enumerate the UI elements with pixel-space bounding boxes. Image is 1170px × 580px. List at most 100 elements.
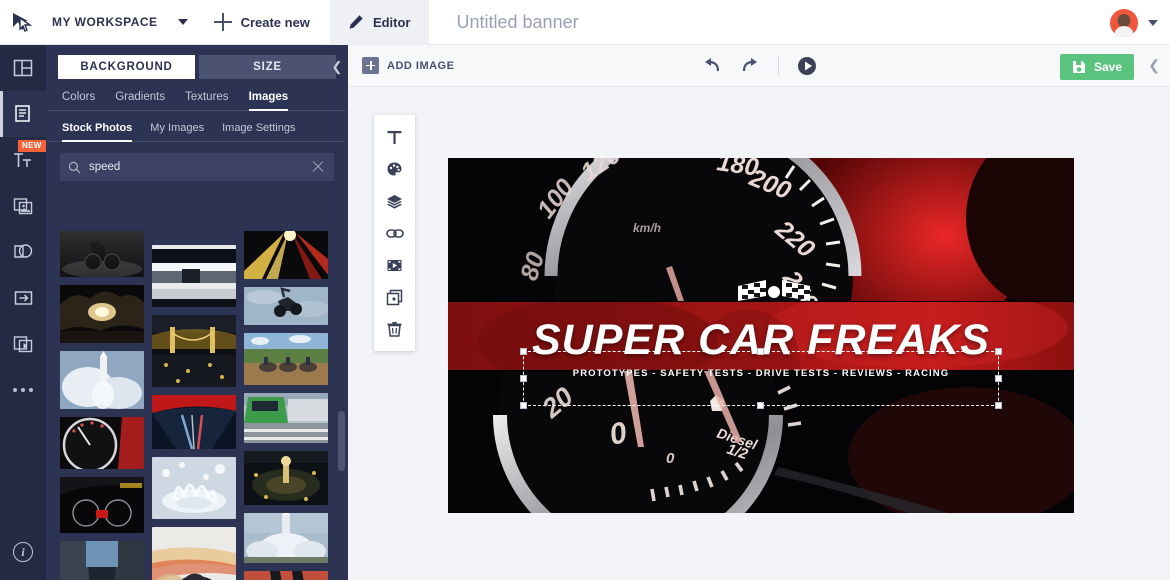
- right-panel-collapse-button[interactable]: ❮: [1148, 57, 1160, 74]
- subtab-image-settings[interactable]: Image Settings: [222, 122, 295, 141]
- object-color-button[interactable]: [374, 153, 415, 185]
- subtab-my-images[interactable]: My Images: [150, 122, 204, 141]
- thumb-highway-light-trails: [244, 231, 328, 279]
- chevron-down-icon[interactable]: [1148, 20, 1158, 26]
- list-item[interactable]: [60, 285, 144, 343]
- list-item[interactable]: [60, 351, 144, 409]
- panel-scrollbar[interactable]: [338, 411, 345, 471]
- sidebar-item-layouts[interactable]: [0, 45, 46, 91]
- list-item[interactable]: [244, 333, 328, 385]
- list-item[interactable]: [152, 457, 236, 519]
- thumb-speedometer-red: [60, 417, 144, 469]
- thumb-clouds-sunburst: [60, 285, 144, 343]
- panel-collapse-button[interactable]: ❮: [328, 55, 346, 79]
- panel-segments: BACKGROUND SIZE ❮: [46, 45, 348, 79]
- panel-tabs: Colors Gradients Textures Images: [48, 79, 346, 111]
- stock-photo-grid[interactable]: [46, 231, 348, 580]
- document-title[interactable]: Untitled banner: [457, 12, 579, 33]
- segment-size[interactable]: SIZE: [199, 55, 336, 79]
- segment-background[interactable]: BACKGROUND: [58, 55, 195, 79]
- resize-handle-bottom-left[interactable]: [520, 402, 527, 409]
- search-input[interactable]: [89, 161, 310, 173]
- tab-gradients[interactable]: Gradients: [115, 91, 165, 110]
- thumb-motocross-jump: [244, 287, 328, 325]
- list-item[interactable]: [60, 231, 144, 277]
- sidebar-item-buttons[interactable]: [0, 275, 46, 321]
- sidebar-item-shapes[interactable]: [0, 229, 46, 275]
- sidebar-item-text[interactable]: NEW: [0, 137, 46, 183]
- list-item[interactable]: [60, 477, 144, 533]
- palette-icon: [386, 161, 403, 178]
- list-item[interactable]: [244, 393, 328, 443]
- tab-colors[interactable]: Colors: [62, 91, 95, 110]
- thumb-motorcycle-on-road: [60, 231, 144, 277]
- list-item[interactable]: [152, 315, 236, 387]
- list-item[interactable]: [60, 541, 144, 580]
- create-new-button[interactable]: Create new: [214, 13, 310, 31]
- list-item[interactable]: [60, 417, 144, 469]
- object-toolbar: [374, 115, 415, 351]
- list-item[interactable]: [244, 231, 328, 279]
- pencil-icon: [348, 14, 364, 30]
- list-item[interactable]: [152, 395, 236, 449]
- object-layers-button[interactable]: [374, 185, 415, 217]
- sidebar-item-images[interactable]: [0, 183, 46, 229]
- floppy-disk-icon: [1072, 60, 1086, 74]
- images-stack-icon: [13, 196, 34, 216]
- grid-column-3: [244, 231, 328, 580]
- banner-canvas[interactable]: 80 100 120 180 200 220 240 km/h: [448, 158, 1074, 513]
- redo-button[interactable]: [740, 57, 760, 75]
- object-duplicate-button[interactable]: [374, 281, 415, 313]
- masonry-columns: [46, 231, 348, 580]
- object-text-button[interactable]: [374, 121, 415, 153]
- subtab-stock-photos[interactable]: Stock Photos: [62, 122, 132, 141]
- resize-handle-top-center[interactable]: [757, 348, 764, 355]
- list-item[interactable]: [152, 527, 236, 580]
- workspace-name[interactable]: MY WORKSPACE: [52, 15, 158, 29]
- list-item[interactable]: [244, 571, 328, 580]
- account-menu[interactable]: [1110, 0, 1158, 45]
- resize-handle-top-left[interactable]: [520, 348, 527, 355]
- sidebar-item-video[interactable]: [0, 321, 46, 367]
- list-item[interactable]: [244, 451, 328, 505]
- list-item[interactable]: [244, 513, 328, 563]
- thumb-water-splash-crown: [152, 457, 236, 519]
- info-icon: i: [13, 542, 33, 562]
- object-link-button[interactable]: [374, 217, 415, 249]
- thumb-sprinter-track-legs: [244, 571, 328, 580]
- canvas-toolbar: ADD IMAGE: [348, 45, 1170, 87]
- tab-editor[interactable]: Editor: [330, 0, 429, 45]
- more-dots-icon: [29, 388, 33, 392]
- save-button[interactable]: Save: [1060, 54, 1134, 80]
- resize-handle-top-right[interactable]: [995, 348, 1002, 355]
- selection-box[interactable]: [523, 351, 999, 406]
- app-logo[interactable]: [0, 0, 46, 45]
- thumb-rocket-launch: [244, 513, 328, 563]
- banner-top-image[interactable]: 80 100 120 180 200 220 240 km/h: [448, 158, 1074, 301]
- thumb-city-street-blur: [60, 541, 144, 580]
- resize-handle-middle-right[interactable]: [995, 375, 1002, 382]
- create-new-label: Create new: [241, 15, 310, 30]
- tab-textures[interactable]: Textures: [185, 91, 228, 110]
- svg-text:0: 0: [666, 450, 675, 467]
- chevron-down-icon[interactable]: [178, 19, 188, 25]
- info-button[interactable]: i: [0, 532, 46, 572]
- preview-button[interactable]: [797, 56, 817, 76]
- close-icon[interactable]: [310, 159, 326, 175]
- avatar[interactable]: [1110, 9, 1138, 37]
- list-item[interactable]: [152, 245, 236, 307]
- object-animation-button[interactable]: [374, 249, 415, 281]
- background-panel: BACKGROUND SIZE ❮ Colors Gradients Textu…: [46, 45, 348, 580]
- resize-handle-bottom-right[interactable]: [995, 402, 1002, 409]
- app-root: MY WORKSPACE Create new Editor Untitled …: [0, 0, 1170, 580]
- object-delete-button[interactable]: [374, 313, 415, 345]
- list-item[interactable]: [244, 287, 328, 325]
- sidebar-item-more[interactable]: [0, 367, 46, 413]
- undo-button[interactable]: [702, 57, 722, 75]
- thumb-red-light-trails: [152, 395, 236, 449]
- sidebar-item-pages[interactable]: [0, 91, 46, 137]
- resize-handle-middle-left[interactable]: [520, 375, 527, 382]
- resize-handle-bottom-center[interactable]: [757, 402, 764, 409]
- undo-icon: [702, 57, 722, 75]
- tab-images[interactable]: Images: [249, 91, 289, 110]
